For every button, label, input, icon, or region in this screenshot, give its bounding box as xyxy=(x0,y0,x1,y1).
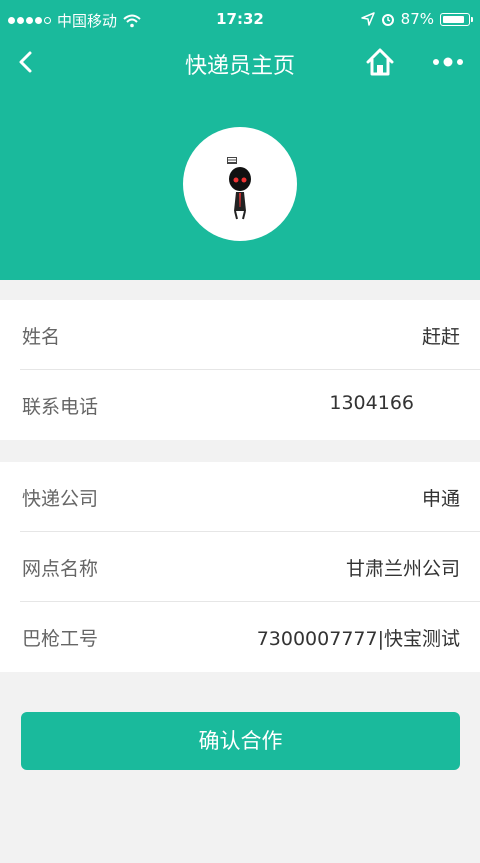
courier-company-value: 申通 xyxy=(421,488,460,510)
alarm-icon xyxy=(381,14,394,26)
info-row-phone: 联系电话 1304166 xyxy=(0,370,480,440)
scanner-id-label: 巴枪工号 xyxy=(22,628,99,650)
info-row-name: 姓名 赶赶 xyxy=(0,300,480,370)
navigation-bar: 快递员主页 xyxy=(0,40,480,84)
page-title: 快递员主页 xyxy=(184,54,295,79)
confirm-cooperation-button[interactable]: 确认合作 xyxy=(21,712,460,770)
info-row-courier-company: 快递公司 申通 xyxy=(0,462,480,532)
branch-name-value: 甘肃兰州公司 xyxy=(345,558,460,580)
more-dots-icon[interactable] xyxy=(428,44,468,80)
courier-company-label: 快递公司 xyxy=(22,488,99,510)
phone-value[interactable]: 1304166 xyxy=(329,392,414,414)
branch-name-label: 网点名称 xyxy=(22,558,99,580)
avatar-cartoon-image xyxy=(227,157,251,220)
scanner-id-value: 7300007777|快宝测试 xyxy=(256,628,460,650)
status-bar: 中国移动 17:32 87% xyxy=(0,0,480,40)
name-value: 赶赶 xyxy=(421,326,460,348)
battery-icon xyxy=(440,12,473,26)
info-row-scanner-id: 巴枪工号 7300007777|快宝测试 xyxy=(0,602,480,672)
status-right: 87% xyxy=(360,10,473,28)
battery-percent: 87% xyxy=(400,10,434,28)
battery-level xyxy=(443,15,464,23)
avatar[interactable] xyxy=(183,127,297,241)
profile-info-section: 姓名 赶赶 联系电话 1304166 xyxy=(0,300,480,440)
profile-header: 中国移动 17:32 87% 快递员主页 xyxy=(0,0,480,280)
location-arrow-icon xyxy=(360,12,375,26)
phone-label: 联系电话 xyxy=(22,396,99,418)
info-row-branch-name: 网点名称 甘肃兰州公司 xyxy=(0,532,480,602)
company-info-section: 快递公司 申通 网点名称 甘肃兰州公司 巴枪工号 7300007777|快宝测试 xyxy=(0,462,480,672)
home-icon[interactable] xyxy=(363,45,397,79)
name-label: 姓名 xyxy=(22,326,61,348)
